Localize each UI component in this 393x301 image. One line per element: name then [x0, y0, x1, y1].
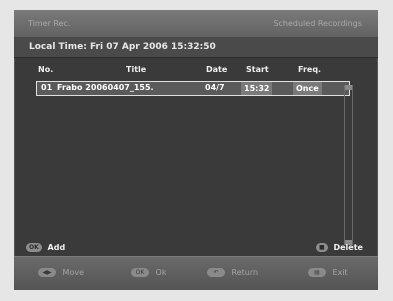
- scrollbar[interactable]: [344, 85, 353, 245]
- scroll-up-arrow[interactable]: [345, 85, 352, 90]
- col-header-no: No.: [38, 65, 54, 74]
- col-header-title: Title: [126, 65, 147, 74]
- menu-title: Timer Rec.: [28, 19, 71, 28]
- footer-exit-label: Exit: [332, 268, 348, 277]
- col-header-date: Date: [206, 65, 228, 74]
- local-time-bar: Local Time: Fri 07 Apr 2006 15:32:50: [14, 37, 378, 58]
- footer-ok: OK Ok: [131, 268, 166, 277]
- move-icon: ◀▶: [38, 268, 56, 277]
- exit-icon: ▤: [308, 268, 326, 277]
- return-icon: ↶: [207, 268, 225, 277]
- recordings-list: No. Title Date Start Freq. 01 Frabo 2006…: [28, 65, 350, 245]
- row-title: Frabo 20060407_155.: [57, 83, 154, 92]
- footer-move: ◀▶ Move: [38, 268, 84, 277]
- stop-key-icon: ■: [316, 243, 328, 252]
- row-start: 15:32: [241, 82, 273, 95]
- tv-screen: Timer Rec. Scheduled Recordings Local Ti…: [14, 10, 378, 290]
- delete-label: Delete: [333, 243, 363, 252]
- add-button[interactable]: OK Add: [26, 243, 65, 252]
- col-header-start: Start: [246, 65, 269, 74]
- footer-exit: ▤ Exit: [308, 268, 348, 277]
- title-bar: Timer Rec. Scheduled Recordings: [14, 10, 378, 37]
- row-date: 04/7: [205, 83, 225, 92]
- local-time: Local Time: Fri 07 Apr 2006 15:32:50: [29, 42, 216, 52]
- footer-return: ↶ Return: [207, 268, 258, 277]
- row-freq: Once: [293, 82, 322, 95]
- footer-ok-label: Ok: [155, 268, 167, 277]
- footer-bar: ◀▶ Move OK Ok ↶ Return ▤ Exit: [14, 256, 378, 290]
- table-row[interactable]: 01 Frabo 20060407_155. 04/7 15:32 Once: [36, 81, 350, 96]
- col-header-freq: Freq.: [298, 65, 322, 74]
- menu-subtitle: Scheduled Recordings: [273, 19, 362, 28]
- row-no: 01: [41, 83, 53, 92]
- ok-icon: OK: [131, 268, 149, 277]
- add-label: Add: [47, 243, 66, 252]
- ok-key-icon: OK: [26, 243, 42, 252]
- footer-return-label: Return: [231, 268, 259, 277]
- footer-move-label: Move: [62, 268, 84, 277]
- delete-button[interactable]: ■ Delete: [316, 243, 363, 252]
